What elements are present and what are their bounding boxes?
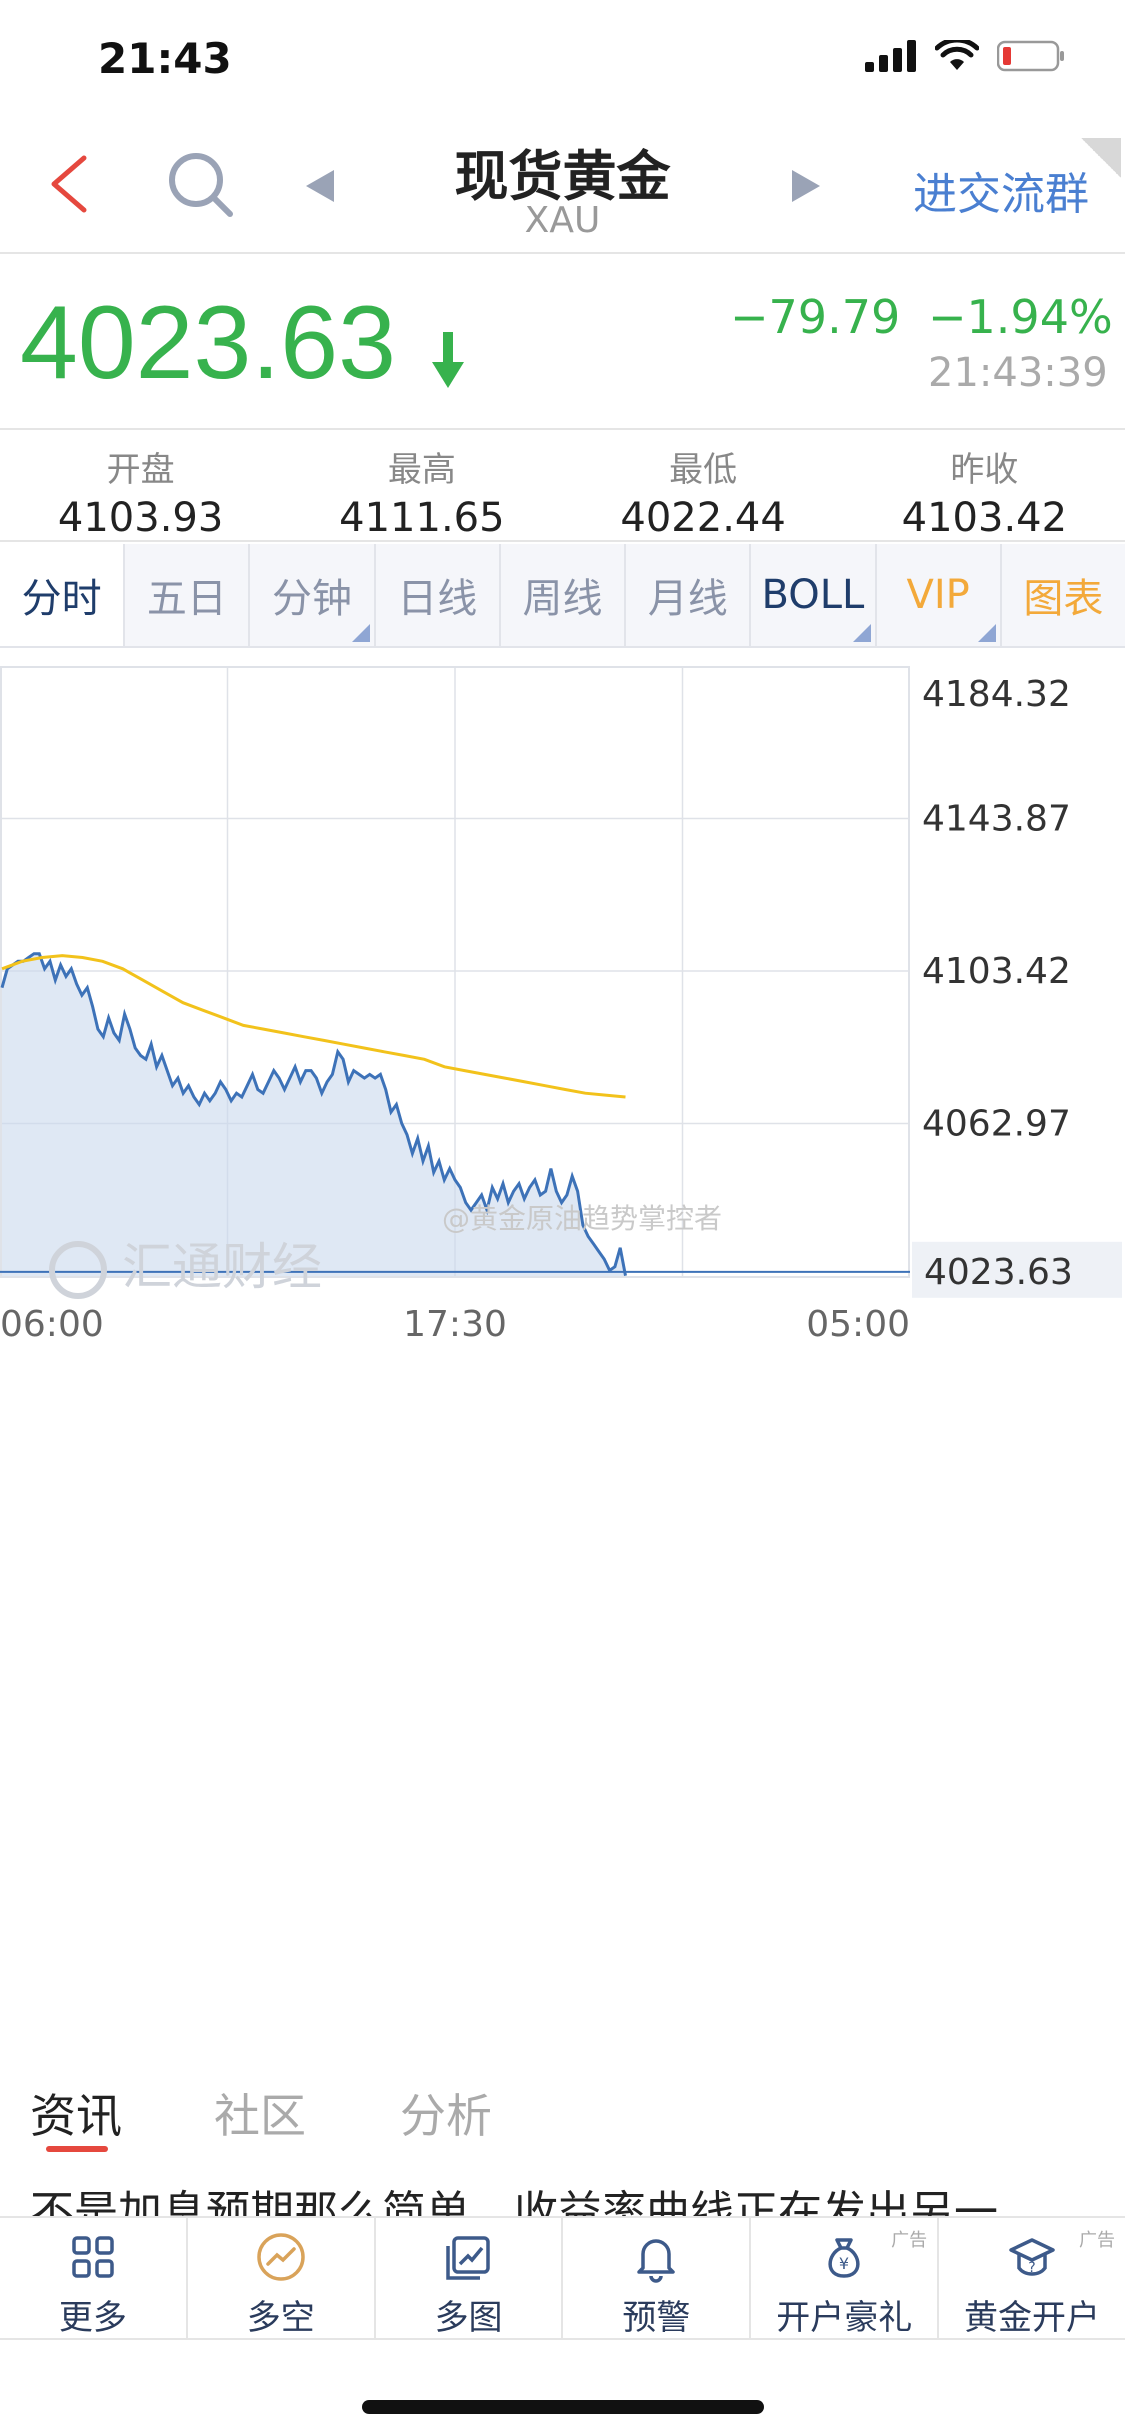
tab-label: BOLL bbox=[761, 572, 865, 618]
tab-weekly[interactable]: 周线 bbox=[501, 544, 627, 646]
y-tick-label: 4062.97 bbox=[922, 1104, 1071, 1145]
price-change: −79.79 bbox=[730, 290, 901, 344]
ohlc-value: 4111.65 bbox=[339, 495, 505, 541]
tab-label: 月线 bbox=[647, 576, 728, 622]
wifi-icon bbox=[935, 40, 979, 70]
tab-chart-settings[interactable]: 图表 bbox=[1002, 544, 1125, 646]
status-bar: 21:43 bbox=[0, 0, 1125, 120]
tab-label: 分时 bbox=[21, 576, 102, 622]
brand-watermark-text: 汇通财经 bbox=[122, 1238, 322, 1296]
tab-analysis[interactable]: 分析 bbox=[400, 2080, 492, 2146]
news-headline[interactable]: 不是加息预期那么简单，收益率曲线正在发出另一 bbox=[30, 2176, 1110, 2216]
tab-monthly[interactable]: 月线 bbox=[626, 544, 752, 646]
signal-icon bbox=[865, 40, 916, 72]
tab-community[interactable]: 社区 bbox=[214, 2080, 306, 2146]
toolbar-alert-button[interactable]: 预警 bbox=[563, 2218, 752, 2338]
toolbar-label: 黄金开户 bbox=[964, 2298, 1101, 2338]
next-symbol-arrow-icon[interactable] bbox=[792, 170, 820, 202]
ad-tag: 广告 bbox=[1078, 2230, 1115, 2251]
ohlc-value: 4103.42 bbox=[901, 495, 1068, 541]
toolbar-account-gift-button[interactable]: 广告 ¥ 开户豪礼 bbox=[751, 2218, 940, 2338]
ohlc-open: 开盘 4103.93 bbox=[0, 430, 281, 541]
tab-five-day[interactable]: 五日 bbox=[125, 544, 251, 646]
x-tick-label: 06:00 bbox=[0, 1304, 104, 1345]
price-change-percent: −1.94% bbox=[928, 290, 1113, 344]
ohlc-label: 最低 bbox=[669, 450, 738, 490]
dropdown-corner-icon bbox=[351, 624, 370, 642]
toolbar-label: 开户豪礼 bbox=[776, 2298, 913, 2338]
current-price: 4023.63 bbox=[20, 285, 396, 401]
ad-tag: 广告 bbox=[891, 2230, 928, 2251]
svg-text:¥: ¥ bbox=[839, 2254, 849, 2273]
tab-label: 日线 bbox=[397, 576, 478, 622]
tab-label: VIP bbox=[906, 572, 970, 618]
ohlc-low: 最低 4022.44 bbox=[563, 430, 844, 541]
tab-vip[interactable]: VIP bbox=[877, 544, 1002, 646]
y-tick-label: 4103.42 bbox=[922, 951, 1071, 992]
ohlc-high: 最高 4111.65 bbox=[281, 430, 562, 541]
ohlc-value: 4103.93 bbox=[57, 495, 224, 541]
x-tick-label: 17:30 bbox=[403, 1304, 507, 1345]
ohlc-prev-close: 昨收 4103.42 bbox=[844, 430, 1125, 541]
x-tick-label: 05:00 bbox=[806, 1304, 910, 1345]
bottom-toolbar: 更多 多空 多图 预警 广告 ¥ 开户豪礼 广告 ? 黄金开户 bbox=[0, 2216, 1125, 2340]
header: 现货黄金 XAU 进交流群 bbox=[0, 120, 1125, 254]
current-price-label: 4023.63 bbox=[924, 1252, 1073, 1293]
ohlc-label: 最高 bbox=[387, 450, 456, 490]
svg-text:?: ? bbox=[1028, 2260, 1035, 2276]
tab-label: 图表 bbox=[1023, 576, 1104, 622]
tab-boll[interactable]: BOLL bbox=[751, 544, 877, 646]
ohlc-row: 开盘 4103.93 最高 4111.65 最低 4022.44 昨收 4103… bbox=[0, 430, 1125, 542]
money-bag-icon: ¥ bbox=[828, 2238, 860, 2278]
toolbar-multi-chart-button[interactable]: 多图 bbox=[376, 2218, 564, 2338]
y-tick-label: 4184.32 bbox=[922, 674, 1071, 715]
tab-daily[interactable]: 日线 bbox=[376, 544, 501, 646]
y-axis-ticks: 4184.324143.874103.424062.974022.52 bbox=[922, 674, 1071, 1297]
grid-icon bbox=[72, 2236, 114, 2278]
news-tabs: 资讯 社区 分析 bbox=[0, 2070, 1125, 2160]
tab-news[interactable]: 资讯 bbox=[30, 2080, 122, 2146]
dropdown-corner-icon bbox=[852, 624, 871, 642]
toolbar-label: 更多 bbox=[58, 2298, 127, 2338]
multi-chart-icon bbox=[445, 2236, 490, 2280]
home-indicator bbox=[362, 2400, 764, 2414]
bell-icon bbox=[637, 2239, 676, 2283]
toolbar-long-short-button[interactable]: 多空 bbox=[188, 2218, 376, 2338]
battery-icon bbox=[997, 40, 1064, 72]
tab-minute[interactable]: 分钟 bbox=[250, 544, 376, 646]
ohlc-label: 昨收 bbox=[950, 450, 1019, 490]
toolbar-label: 多空 bbox=[246, 2298, 315, 2338]
chart-period-tabs: 分时 五日 分钟 日线 周线 月线 BOLL VIP 图表 bbox=[0, 544, 1125, 648]
toolbar-label: 预警 bbox=[622, 2298, 691, 2338]
tab-intraday[interactable]: 分时 bbox=[0, 544, 126, 646]
trend-icon bbox=[256, 2233, 305, 2281]
corner-ad-tag bbox=[1081, 138, 1121, 178]
toolbar-gold-account-button[interactable]: 广告 ? 黄金开户 bbox=[939, 2218, 1125, 2338]
status-time: 21:43 bbox=[98, 34, 232, 83]
tab-label: 周线 bbox=[522, 576, 603, 622]
y-tick-label: 4143.87 bbox=[922, 799, 1071, 840]
status-icons bbox=[865, 40, 1065, 72]
ohlc-label: 开盘 bbox=[106, 450, 175, 490]
x-axis-ticks: 06:00 17:30 05:00 bbox=[0, 1304, 910, 1345]
down-arrow-icon bbox=[432, 332, 464, 388]
tab-label: 分钟 bbox=[272, 576, 353, 622]
join-group-link[interactable]: 进交流群 bbox=[913, 158, 1089, 222]
graduation-icon: ? bbox=[1009, 2238, 1055, 2276]
dropdown-corner-icon bbox=[977, 624, 996, 642]
toolbar-label: 多图 bbox=[434, 2298, 503, 2338]
toolbar-more-button[interactable]: 更多 bbox=[0, 2218, 188, 2338]
ohlc-value: 4022.44 bbox=[620, 495, 786, 541]
active-tab-indicator bbox=[46, 2146, 108, 2152]
quote-time: 21:43:39 bbox=[928, 350, 1108, 396]
quote-summary: 4023.63 −79.79 −1.94% 21:43:39 bbox=[0, 254, 1125, 430]
weibo-watermark: @黄金原油趋势掌控者 bbox=[442, 1202, 722, 1235]
intraday-price-chart[interactable]: 4184.324143.874103.424062.974022.52 4023… bbox=[0, 666, 1125, 1356]
tab-label: 五日 bbox=[146, 576, 227, 622]
